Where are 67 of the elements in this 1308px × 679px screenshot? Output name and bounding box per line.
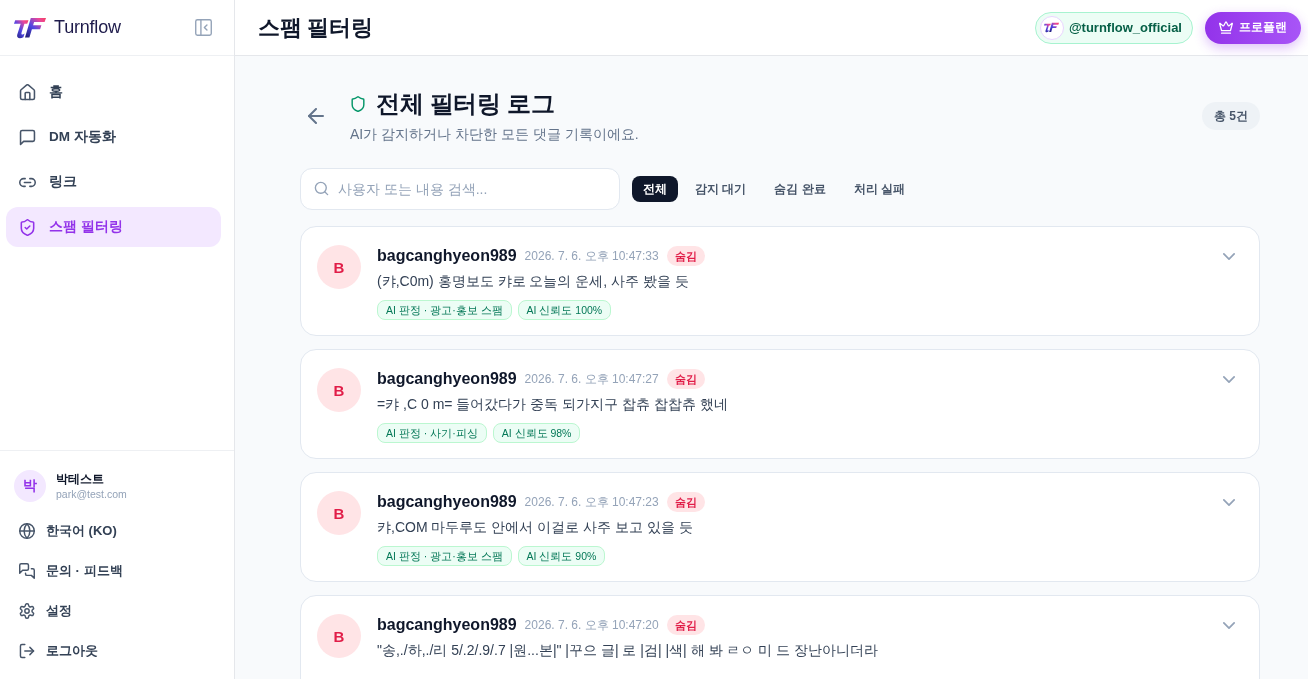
status-badge: 숨김 [666,492,705,512]
filter-tab[interactable]: 숨김 완료 [763,176,837,202]
sidebar-menu-item[interactable]: 한국어 (KO) [14,511,220,551]
crown-icon [1219,21,1233,34]
status-badge: 숨김 [666,369,705,389]
nav-item[interactable]: 스팸 필터링 [6,207,221,247]
chevron-down-icon[interactable] [1223,253,1235,260]
comment-time: 2026. 7. 6. 오후 10:47:33 [524,247,659,265]
chevron-down-icon[interactable] [1223,499,1235,506]
filter-tab[interactable]: 전체 [632,176,678,202]
page-title: 스팸 필터링 [258,13,373,42]
sidebar-menu-item[interactable]: 설정 [14,591,220,631]
section-subtitle: AI가 감지하거나 차단한 모든 댓글 기록이에요. [350,125,639,144]
user-avatar: 박 [14,470,46,502]
comment-text: (캬,C0m) 홍명보도 캬로 오늘의 운세, 사주 봤을 듯 [377,272,690,291]
user-avatar: B [317,245,361,289]
user-avatar: B [317,368,361,412]
user-email: park@test.com [56,486,127,501]
logo-icon [14,16,46,39]
filter-tab[interactable]: 감지 대기 [684,176,758,202]
ai-tag: AI 신뢰도 90% [517,546,606,566]
shield-icon [350,95,366,113]
home-icon [19,83,36,101]
ai-tag: AI 판정 · 광고·홍보 스팸 [377,546,512,566]
brand-name: Turnflow [54,17,121,38]
user-avatar: B [317,614,361,658]
comment-author: bagcanghyeon989 [377,616,517,634]
comment-time: 2026. 7. 6. 오후 10:47:20 [524,616,659,634]
nav-item[interactable]: 홈 [6,72,221,112]
nav-item[interactable]: 링크 [6,162,221,202]
comment-text: =캬 ,C 0 m= 들어갔다가 중독 되가지구 찹츄 찹찹츄 했네 [377,395,729,414]
comment-text: 캬,COM 마두루도 안에서 이걸로 사주 보고 있을 듯 [377,518,694,537]
chevron-down-icon[interactable] [1223,376,1235,383]
section-title: 전체 필터링 로그 [376,89,555,119]
chat-bubble-icon [19,128,36,146]
sidebar-panel-icon [193,18,213,37]
search-field[interactable]: 사용자 또는 내용 검색... [300,168,620,210]
status-badge: 숨김 [666,615,705,635]
comment-author: bagcanghyeon989 [377,493,517,511]
chat-bubbles-icon [19,563,35,579]
logout-icon [19,643,35,659]
ai-tag: AI 신뢰도 100% [517,300,612,320]
chevron-down-icon[interactable] [1223,622,1235,629]
ai-tag: AI 신뢰도 98% [492,423,581,443]
user-name: 박테스트 [56,471,104,487]
ai-tag: AI 판정 · 사기·피싱 [377,423,487,443]
comment-text: "송,./하,./리 5/.2/.9/.7 |원...본|" |꾸으 글| 로 |검| |색| 해 봐 ㄹㅇ 미 드 장난아니더라 [377,641,880,660]
sidebar-menu-item[interactable]: 로그아웃 [14,631,220,671]
comment-author: bagcanghyeon989 [377,370,517,388]
settings-icon [19,603,35,619]
comment-author: bagcanghyeon989 [377,247,517,265]
sidebar-menu-item[interactable]: 문의 · 피드백 [14,551,220,591]
comment-time: 2026. 7. 6. 오후 10:47:27 [524,370,659,388]
nav-item[interactable]: DM 자동화 [6,117,221,157]
filter-tab[interactable]: 처리 실패 [842,176,917,202]
account-chip[interactable]: @turnflow_official [1034,11,1193,44]
ai-tag: AI 판정 · 광고·홍보 스팸 [377,300,512,320]
status-badge: 숨김 [666,246,705,266]
plan-button[interactable]: 프로플랜 [1205,11,1301,44]
user-avatar: B [317,491,361,535]
logo-icon [1044,22,1060,33]
shield-check-icon [19,218,36,236]
collapse-sidebar-button[interactable] [193,17,213,38]
search-icon [314,181,329,196]
globe-icon [19,523,35,539]
count-badge: 총 5건 [1202,102,1260,130]
comment-time: 2026. 7. 6. 오후 10:47:23 [524,493,659,511]
